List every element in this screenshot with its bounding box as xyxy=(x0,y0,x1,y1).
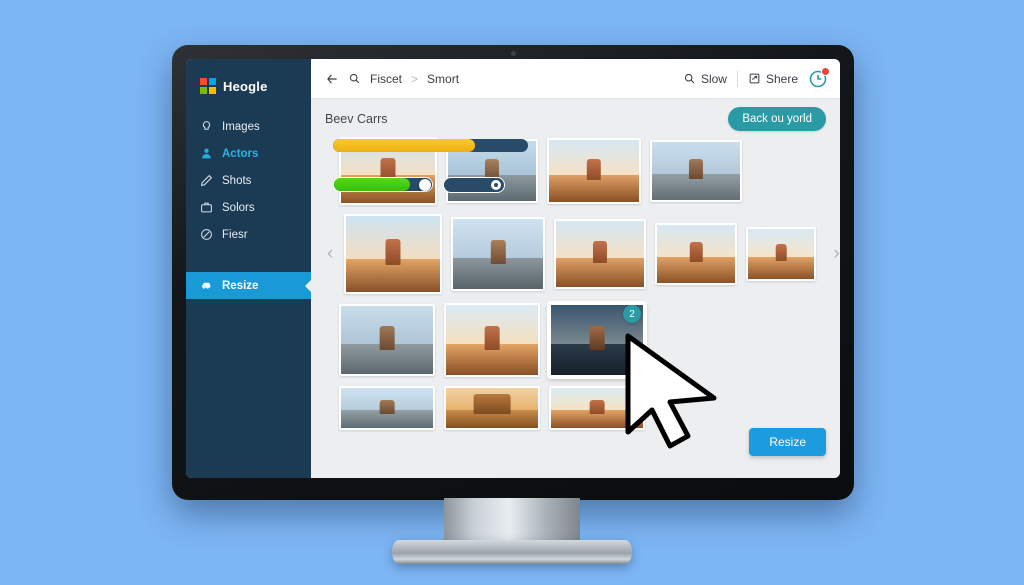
toolbar-share-button[interactable]: Shere xyxy=(748,72,798,86)
pen-icon xyxy=(200,174,213,187)
top-toolbar: Fiscet > Smort Slow Shere xyxy=(311,59,840,99)
thumbnail[interactable] xyxy=(339,386,435,430)
thumbnail-row-1 xyxy=(325,137,826,205)
thumb-rock xyxy=(586,158,602,180)
sidebar: Heogle Images Actors Shots Solors Fiesr … xyxy=(186,59,312,478)
thumbnail[interactable] xyxy=(339,304,435,376)
car-icon xyxy=(202,282,211,289)
share-box-icon xyxy=(749,73,760,84)
sidebar-item-resize[interactable]: Resize xyxy=(186,272,312,299)
progress-bar[interactable] xyxy=(333,139,528,152)
thumb-rock xyxy=(589,326,605,350)
thumb-rock xyxy=(385,238,401,265)
desktop-background: Heogle Images Actors Shots Solors Fiesr … xyxy=(0,0,1024,585)
briefcase-icon xyxy=(201,202,212,213)
slider-fill xyxy=(334,178,411,191)
circle-slash-icon xyxy=(201,229,212,240)
thumbnail[interactable] xyxy=(554,219,647,289)
thumbnail[interactable] xyxy=(451,217,546,291)
sidebar-item-images[interactable]: Images xyxy=(186,113,311,140)
thumbnail-row-4 xyxy=(325,386,826,430)
thumb-rock xyxy=(379,400,395,414)
thumbnail[interactable] xyxy=(746,227,817,281)
thumb-rock xyxy=(484,326,500,350)
sidebar-item-shots[interactable]: Shots xyxy=(186,167,311,194)
back-arrow-icon[interactable] xyxy=(325,72,339,86)
thumbnail-row-2: ‹ › xyxy=(325,214,840,294)
thumbnail-row-3: 2 xyxy=(325,303,826,377)
thumbnail[interactable] xyxy=(547,138,641,204)
breadcrumb: Fiscet > Smort xyxy=(325,72,459,86)
person-icon xyxy=(202,148,211,159)
thumb-rock xyxy=(379,326,395,350)
content-header: Beev Carrs Back ou yorld xyxy=(325,107,826,131)
breadcrumb-item-1[interactable]: Fiscet xyxy=(370,72,402,86)
sidebar-item-solors[interactable]: Solors xyxy=(186,194,311,221)
section-title: Beev Carrs xyxy=(325,112,388,126)
thumbnail[interactable] xyxy=(549,386,645,430)
thumb-rock xyxy=(776,244,787,261)
thumb-rock xyxy=(593,240,608,264)
search-icon xyxy=(349,73,360,84)
sidebar-item-actors[interactable]: Actors xyxy=(186,140,311,167)
thumbnail[interactable] xyxy=(655,223,738,285)
slider-knob[interactable] xyxy=(419,178,431,191)
sidebar-nav: Images Actors Shots Solors Fiesr Resize xyxy=(186,113,312,299)
sidebar-item-fiesr[interactable]: Fiesr xyxy=(186,221,311,248)
toolbar-slow-label: Slow xyxy=(700,71,727,86)
content-area: Beev Carrs Back ou yorld ‹ › 2 Resize xyxy=(311,99,840,478)
sidebar-item-label: Actors xyxy=(222,147,259,160)
sidebar-item-label: Shots xyxy=(222,174,252,187)
resize-button[interactable]: Resize xyxy=(749,428,826,456)
thumb-rock xyxy=(473,393,511,414)
monitor-frame: Heogle Images Actors Shots Solors Fiesr … xyxy=(172,45,854,500)
toggle-switch[interactable] xyxy=(443,177,505,193)
monitor-screen: Heogle Images Actors Shots Solors Fiesr … xyxy=(186,59,840,478)
heogle-logo-icon xyxy=(200,78,216,94)
brand-name: Heogle xyxy=(223,78,268,94)
toggle-knob[interactable] xyxy=(491,180,501,190)
brand: Heogle xyxy=(186,73,311,99)
toolbar-slow-button[interactable]: Slow xyxy=(683,72,727,86)
green-slider[interactable] xyxy=(333,177,433,192)
monitor-base xyxy=(392,540,632,564)
thumbnail[interactable] xyxy=(650,140,742,202)
sidebar-item-label: Solors xyxy=(222,201,255,214)
lightbulb-icon xyxy=(202,121,211,130)
search-icon xyxy=(684,73,695,84)
thumb-rock xyxy=(690,242,703,263)
notification-button[interactable] xyxy=(808,66,830,89)
selection-count-badge: 2 xyxy=(623,305,641,323)
sidebar-item-label: Images xyxy=(222,120,260,133)
progress-bar-fill xyxy=(333,139,476,152)
back-our-world-button[interactable]: Back ou yorld xyxy=(728,107,826,131)
sidebar-item-label: Fiesr xyxy=(222,228,248,241)
carousel-prev-arrow[interactable]: ‹ xyxy=(325,243,335,265)
monitor-neck xyxy=(444,498,580,546)
breadcrumb-item-2[interactable]: Smort xyxy=(427,72,459,86)
main-area: Fiscet > Smort Slow Shere Beev Carrs Bac… xyxy=(311,59,840,478)
thumbnail[interactable] xyxy=(344,214,443,294)
thumbnail[interactable] xyxy=(444,303,540,377)
thumbnail[interactable] xyxy=(444,386,540,430)
breadcrumb-separator: > xyxy=(411,71,419,86)
thumb-rock xyxy=(589,400,605,414)
thumb-rock xyxy=(688,159,704,180)
sidebar-item-label: Resize xyxy=(222,279,259,292)
notification-badge xyxy=(821,66,830,76)
toolbar-divider xyxy=(736,70,738,87)
toolbar-share-label: Shere xyxy=(765,71,798,86)
thumb-rock xyxy=(491,240,506,264)
webcam-dot xyxy=(510,51,516,56)
carousel-next-arrow[interactable]: › xyxy=(831,243,840,265)
